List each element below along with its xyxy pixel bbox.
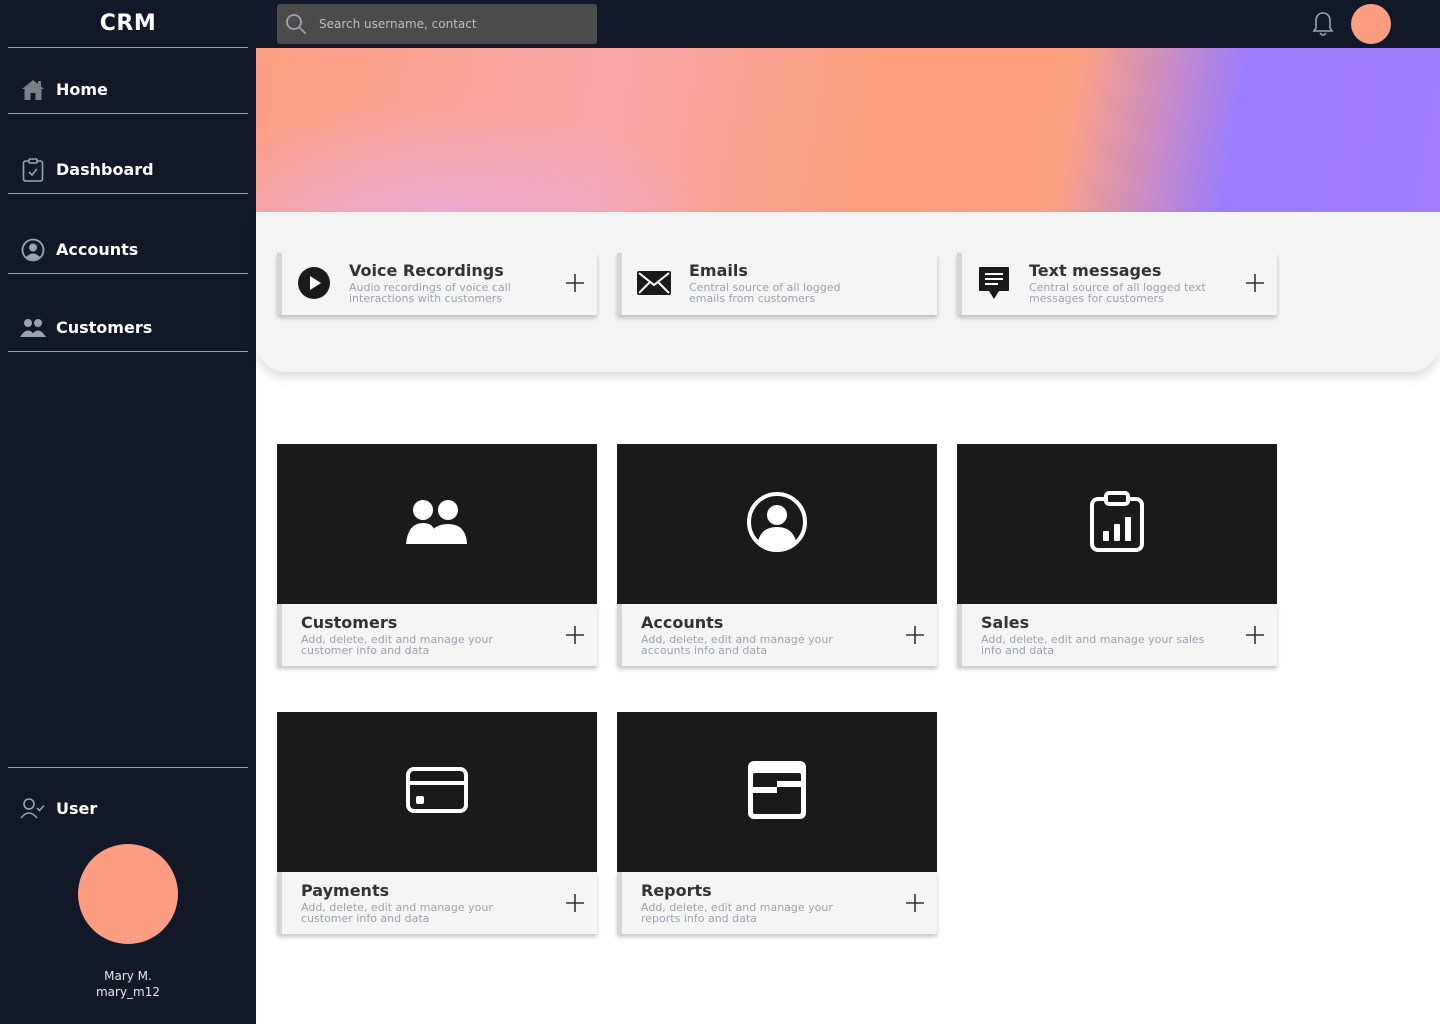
tile-header bbox=[277, 712, 597, 872]
users-icon bbox=[406, 499, 468, 549]
sidebar-item-label: Accounts bbox=[56, 240, 139, 259]
add-icon[interactable] bbox=[563, 891, 587, 915]
add-icon[interactable] bbox=[903, 891, 927, 915]
sidebar-item-customers[interactable]: Customers bbox=[8, 304, 248, 352]
tile-footer: Sales Add, delete, edit and manage your … bbox=[957, 604, 1277, 666]
user-label: User bbox=[56, 798, 98, 818]
play-circle-icon bbox=[296, 265, 332, 301]
tile-customers[interactable]: Customers Add, delete, edit and manage y… bbox=[277, 444, 597, 666]
quick-card-text-messages[interactable]: Text messages Central source of all logg… bbox=[957, 253, 1277, 315]
sidebar-item-label: Customers bbox=[56, 318, 153, 337]
topbar bbox=[256, 0, 1440, 48]
avatar[interactable] bbox=[1351, 4, 1391, 44]
clipboard-chart-icon bbox=[1089, 491, 1145, 557]
tile-title: Customers bbox=[301, 613, 398, 632]
credit-card-icon bbox=[406, 766, 468, 818]
avatar[interactable] bbox=[78, 844, 178, 944]
tile-subtitle: Add, delete, edit and manage your accoun… bbox=[641, 633, 833, 657]
user-display-name: Mary M. bbox=[104, 969, 152, 983]
add-icon[interactable] bbox=[1243, 623, 1267, 647]
user-handle: mary_m12 bbox=[95, 985, 161, 999]
users-icon bbox=[20, 315, 46, 341]
add-icon[interactable] bbox=[1243, 271, 1267, 295]
message-icon bbox=[976, 265, 1012, 301]
tile-subtitle: Add, delete, edit and manage your report… bbox=[641, 901, 833, 925]
quick-card-voice-recordings[interactable]: Voice Recordings Audio recordings of voi… bbox=[277, 253, 597, 315]
user-circle-icon bbox=[20, 237, 46, 263]
add-icon[interactable] bbox=[563, 271, 587, 295]
search-input[interactable] bbox=[319, 17, 579, 31]
sidebar-user-section[interactable]: User bbox=[8, 792, 248, 824]
user-info: Mary M. mary_m12 bbox=[0, 968, 256, 1000]
bell-icon[interactable] bbox=[1310, 11, 1336, 37]
sidebar-item-label: Dashboard bbox=[56, 160, 154, 179]
home-icon bbox=[20, 77, 46, 103]
tile-title: Accounts bbox=[641, 613, 724, 632]
card-title: Voice Recordings bbox=[349, 261, 504, 280]
tile-accounts[interactable]: Accounts Add, delete, edit and manage yo… bbox=[617, 444, 937, 666]
brand-logo[interactable]: CRM bbox=[8, 0, 248, 48]
tile-sales[interactable]: Sales Add, delete, edit and manage your … bbox=[957, 444, 1277, 666]
tile-subtitle: Add, delete, edit and manage your custom… bbox=[301, 901, 493, 925]
card-subtitle: Central source of all logged text messag… bbox=[1029, 281, 1206, 305]
tile-payments[interactable]: Payments Add, delete, edit and manage yo… bbox=[277, 712, 597, 934]
tile-header bbox=[617, 712, 937, 872]
tile-header bbox=[957, 444, 1277, 604]
tile-header bbox=[277, 444, 597, 604]
sidebar-item-accounts[interactable]: Accounts bbox=[8, 226, 248, 274]
card-title: Text messages bbox=[1029, 261, 1162, 280]
tile-subtitle: Add, delete, edit and manage your sales … bbox=[981, 633, 1205, 657]
card-title: Emails bbox=[689, 261, 748, 280]
user-circle-icon bbox=[746, 491, 808, 557]
clipboard-check-icon bbox=[20, 157, 46, 183]
report-icon bbox=[746, 759, 808, 825]
card-subtitle: Audio recordings of voice call interacti… bbox=[349, 281, 511, 305]
tile-reports[interactable]: Reports Add, delete, edit and manage you… bbox=[617, 712, 937, 934]
sidebar-divider bbox=[8, 767, 248, 768]
quick-card-emails[interactable]: Emails Central source of all logged emai… bbox=[617, 253, 937, 315]
user-check-icon bbox=[20, 795, 46, 821]
sidebar-item-home[interactable]: Home bbox=[8, 66, 248, 114]
add-icon[interactable] bbox=[563, 623, 587, 647]
search-box[interactable] bbox=[277, 4, 597, 44]
tile-footer: Reports Add, delete, edit and manage you… bbox=[617, 872, 937, 934]
tile-footer: Accounts Add, delete, edit and manage yo… bbox=[617, 604, 937, 666]
add-icon[interactable] bbox=[903, 623, 927, 647]
sidebar: CRM Home Dashboard Accounts Customers Us… bbox=[0, 0, 256, 1024]
tile-subtitle: Add, delete, edit and manage your custom… bbox=[301, 633, 493, 657]
sidebar-item-label: Home bbox=[56, 80, 108, 99]
tile-title: Reports bbox=[641, 881, 712, 900]
tile-footer: Payments Add, delete, edit and manage yo… bbox=[277, 872, 597, 934]
envelope-icon bbox=[636, 265, 672, 301]
hero-banner bbox=[256, 48, 1440, 212]
tile-footer: Customers Add, delete, edit and manage y… bbox=[277, 604, 597, 666]
tile-header bbox=[617, 444, 937, 604]
sidebar-item-dashboard[interactable]: Dashboard bbox=[8, 146, 248, 194]
tile-title: Sales bbox=[981, 613, 1030, 632]
card-subtitle: Central source of all logged emails from… bbox=[689, 281, 841, 305]
search-icon[interactable] bbox=[285, 13, 307, 35]
tile-title: Payments bbox=[301, 881, 390, 900]
